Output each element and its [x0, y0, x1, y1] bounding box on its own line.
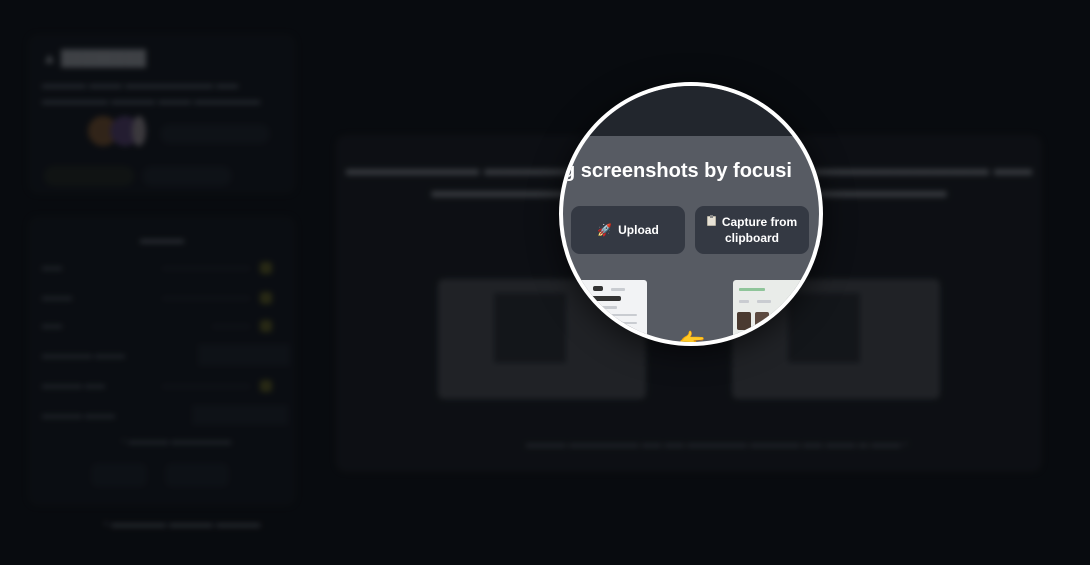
lens-heading: ning screenshots by focusi	[562, 160, 792, 182]
upload-button[interactable]: 🚀 Upload	[571, 206, 685, 254]
example-before-thumbnail-zoomed	[567, 280, 647, 342]
capture-label-line2: clipboard	[724, 231, 779, 245]
clipboard-icon	[706, 215, 716, 226]
upload-label: Upload	[618, 223, 659, 237]
magnifier-lens: ning screenshots by focusi 🚀 Upload Capt…	[559, 82, 823, 346]
capture-clipboard-button[interactable]: Capture from clipboard	[695, 206, 809, 254]
pointing-hand-icon: 👉	[678, 329, 706, 346]
screen: ▲ ████████ ▬▬▬▬ ▬▬▬ ▬▬▬▬▬▬▬▬ ▬▬ ▬▬▬▬▬▬ ▬…	[0, 0, 1090, 565]
dim-overlay	[0, 0, 1090, 565]
example-after-thumbnail-zoomed	[733, 280, 813, 342]
rocket-icon: 🚀	[597, 223, 613, 237]
capture-label-line1: Capture from	[721, 215, 798, 229]
lens-top-bar	[563, 86, 819, 136]
